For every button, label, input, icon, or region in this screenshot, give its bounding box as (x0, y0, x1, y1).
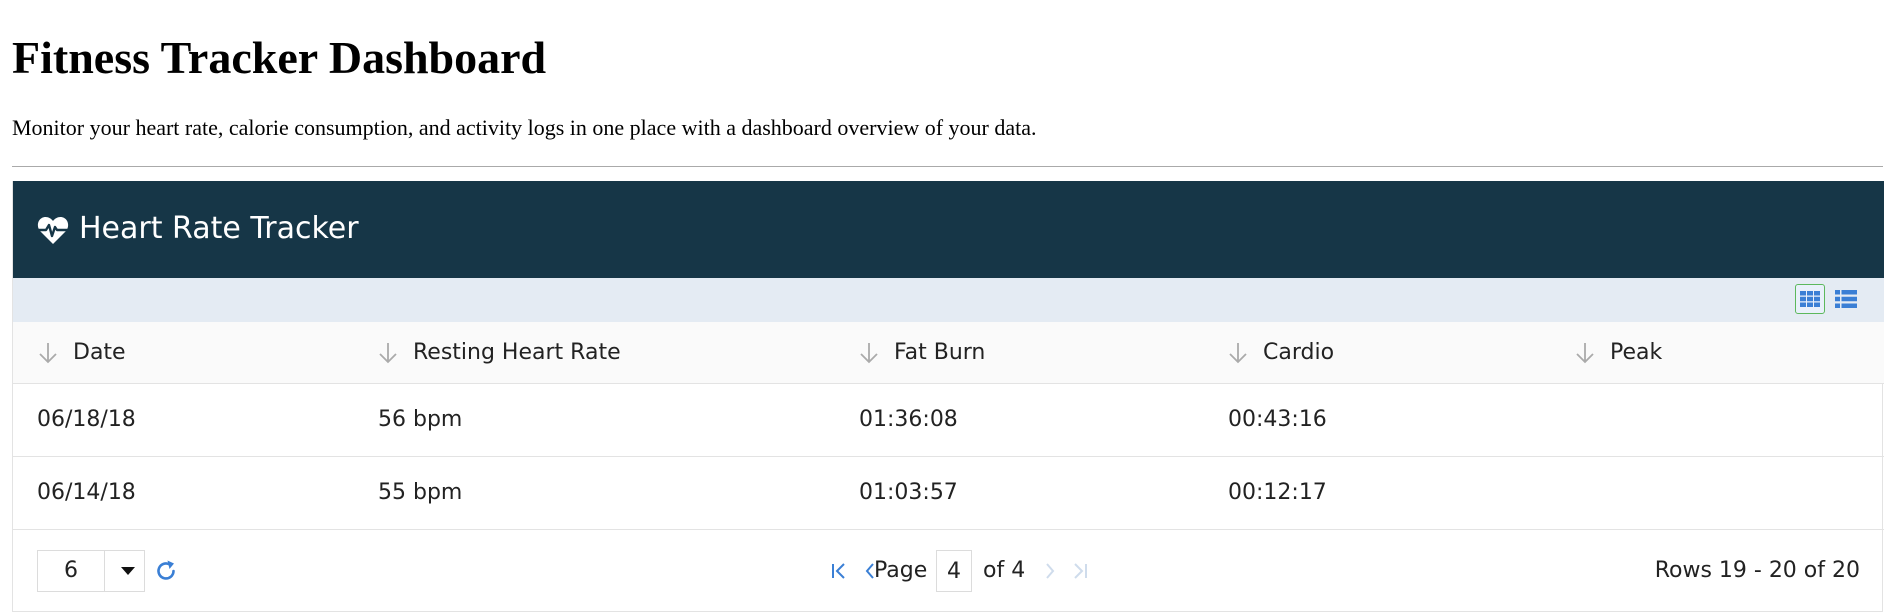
cell-resting-heart-rate: 56 bpm (378, 407, 463, 432)
widget-toolbar (13, 278, 1884, 322)
cell-fat-burn: 01:36:08 (859, 407, 958, 432)
divider (12, 166, 1883, 167)
cell-date: 06/18/18 (37, 407, 136, 432)
current-page-input[interactable] (936, 550, 972, 592)
rows-info: Rows 19 - 20 of 20 (1654, 558, 1860, 583)
page-count: of 4 (983, 558, 1026, 583)
page-size-value: 6 (64, 558, 78, 583)
page-title: Fitness Tracker Dashboard (12, 32, 547, 83)
page-description: Monitor your heart rate, calorie consump… (12, 115, 1037, 140)
page-size-divider (104, 551, 105, 591)
column-label: Date (73, 340, 126, 365)
column-header-date[interactable]: Date (37, 322, 126, 383)
sort-down-icon (379, 342, 397, 363)
column-label: Peak (1610, 340, 1663, 365)
caret-down-icon[interactable] (112, 551, 144, 591)
cell-fat-burn: 01:03:57 (859, 480, 958, 505)
cell-date: 06/14/18 (37, 480, 136, 505)
column-header-peak[interactable]: Peak (1574, 322, 1662, 383)
page-size-select[interactable]: 6 (37, 550, 145, 592)
table-row[interactable]: 06/18/18 56 bpm 01:36:08 00:43:16 (13, 384, 1884, 457)
column-header-cardio[interactable]: Cardio (1227, 322, 1334, 383)
cell-cardio: 00:43:16 (1228, 407, 1327, 432)
last-page-icon[interactable] (1069, 559, 1091, 583)
sort-down-icon (860, 342, 878, 363)
list-view-button[interactable] (1831, 284, 1861, 314)
widget-title: Heart Rate Tracker (79, 211, 359, 246)
widget-header: Heart Rate Tracker (13, 181, 1884, 278)
grid-view-icon (1800, 291, 1820, 307)
heart-pulse-icon (37, 216, 69, 244)
sort-down-icon (39, 342, 57, 363)
heart-rate-widget: Heart Rate Tracker Date Resting Heart Ra… (12, 181, 1884, 612)
column-header-fat-burn[interactable]: Fat Burn (858, 322, 985, 383)
cell-resting-heart-rate: 55 bpm (378, 480, 463, 505)
first-page-icon[interactable] (828, 559, 850, 583)
column-label: Fat Burn (894, 340, 986, 365)
table-row[interactable]: 06/14/18 55 bpm 01:03:57 00:12:17 (13, 457, 1884, 530)
grid-view-button[interactable] (1795, 284, 1825, 314)
list-view-icon (1835, 290, 1857, 308)
page-label: Page (874, 558, 928, 583)
sort-down-icon (1576, 342, 1594, 363)
table-header: Date Resting Heart Rate Fat Burn Cardio … (13, 322, 1884, 384)
column-label: Cardio (1263, 340, 1335, 365)
sort-down-icon (1229, 342, 1247, 363)
column-header-resting-heart-rate[interactable]: Resting Heart Rate (377, 322, 621, 383)
next-page-icon[interactable] (1039, 559, 1061, 583)
column-label: Resting Heart Rate (413, 340, 621, 365)
pagination-bar: 6 Page of 4 Rows 19 - 20 of 20 (13, 530, 1884, 612)
refresh-icon[interactable] (154, 559, 178, 583)
cell-cardio: 00:12:17 (1228, 480, 1327, 505)
